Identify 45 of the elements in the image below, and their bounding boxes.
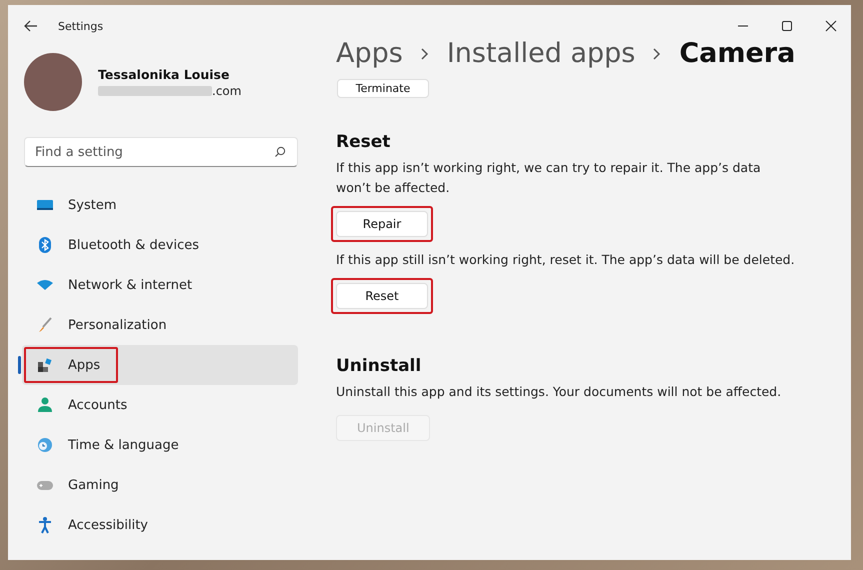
sidebar-item-label: System bbox=[68, 198, 116, 212]
section-heading: Reset bbox=[336, 132, 392, 152]
selection-indicator bbox=[18, 356, 21, 374]
account-email: .com bbox=[212, 84, 242, 98]
apps-icon bbox=[36, 356, 54, 374]
sidebar-item-label: Accounts bbox=[68, 398, 128, 412]
sidebar-item[interactable]: Personalization bbox=[22, 305, 298, 345]
clock-icon bbox=[36, 436, 54, 454]
sidebar-item[interactable]: Network & internet bbox=[22, 265, 298, 305]
maximize-icon[interactable] bbox=[781, 20, 793, 32]
sidebar-item-label: Apps bbox=[68, 358, 100, 372]
action-button[interactable]: Repair bbox=[336, 211, 428, 237]
brush-icon bbox=[36, 316, 54, 334]
breadcrumb-item[interactable]: Installed apps bbox=[446, 35, 636, 73]
chevron-right-icon bbox=[653, 48, 662, 60]
sidebar-item-label: Network & internet bbox=[68, 278, 192, 292]
sidebar-item[interactable]: Gaming bbox=[22, 465, 298, 505]
sidebar-item[interactable]: System bbox=[22, 185, 298, 225]
search-field[interactable]: Find a setting bbox=[24, 137, 298, 167]
sidebar-item[interactable]: Accessibility bbox=[22, 505, 298, 545]
sidebar-item[interactable]: Time & language bbox=[22, 425, 298, 465]
sidebar-item-label: Accessibility bbox=[68, 518, 148, 532]
sidebar-item-label: Bluetooth & devices bbox=[68, 238, 199, 252]
breadcrumb-item: Camera bbox=[679, 37, 796, 71]
chevron-right-icon bbox=[420, 48, 429, 60]
sidebar-item[interactable]: Accounts bbox=[22, 385, 298, 425]
description-text: If this app still isn’t working right, reset it. The app’s data will be deleted. bbox=[336, 251, 796, 269]
sidebar-item-label: Personalization bbox=[68, 318, 167, 332]
window-title: Settings bbox=[58, 20, 104, 32]
description-text: Uninstall this app and its settings. Your documents will not be affected. bbox=[336, 383, 782, 401]
close-icon[interactable] bbox=[825, 20, 837, 32]
back-arrow-icon[interactable] bbox=[24, 20, 38, 32]
action-button[interactable]: Reset bbox=[336, 283, 428, 309]
sidebar-item-label: Time & language bbox=[68, 438, 179, 452]
sidebar-item-label: Gaming bbox=[68, 478, 119, 492]
account-name: Tessalonika Louise bbox=[98, 66, 230, 82]
person-icon bbox=[36, 396, 54, 414]
bluetooth-icon bbox=[36, 236, 54, 254]
terminate-button[interactable]: Terminate bbox=[337, 79, 429, 98]
description-text: If this app isn’t working right, we can try to repair it. The app’s data won’t be affected. bbox=[336, 159, 762, 197]
section-heading: Uninstall bbox=[336, 356, 422, 376]
accessibility-icon bbox=[36, 516, 54, 534]
sidebar-item[interactable]: Bluetooth & devices bbox=[22, 225, 298, 265]
search-icon bbox=[274, 146, 286, 158]
breadcrumb-item[interactable]: Apps bbox=[336, 35, 403, 73]
